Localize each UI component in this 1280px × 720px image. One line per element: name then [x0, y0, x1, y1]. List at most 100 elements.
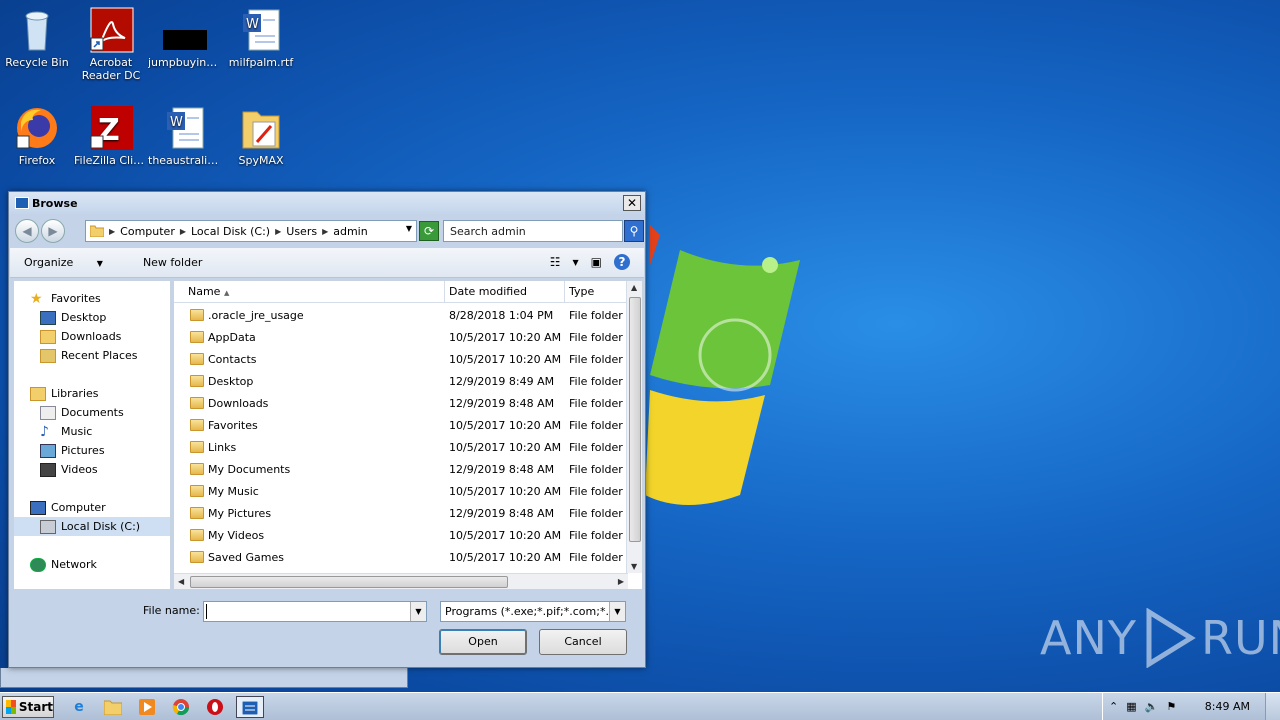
desktop-icon-label: SpyMAX	[238, 154, 284, 167]
nav-music[interactable]: ♪ Music	[40, 422, 92, 441]
action-center-flag-icon[interactable]: ⚑	[1166, 700, 1176, 713]
start-button[interactable]: Start	[2, 696, 54, 718]
nav-recent-places[interactable]: Recent Places	[40, 346, 138, 365]
nav-libraries[interactable]: Libraries	[30, 384, 99, 403]
search-icon[interactable]: ⚲	[624, 220, 644, 242]
nav-network[interactable]: Network	[30, 555, 97, 574]
nav-local-disk[interactable]: Local Disk (C:)	[14, 517, 170, 536]
svg-text:W: W	[170, 115, 183, 130]
breadcrumb-users[interactable]: Users	[286, 225, 317, 238]
active-window-icon[interactable]	[236, 696, 264, 718]
nav-desktop[interactable]: Desktop	[40, 308, 106, 327]
videos-icon	[40, 462, 56, 477]
explorer-icon[interactable]	[102, 696, 124, 718]
folder-icon	[190, 463, 204, 475]
file-name-input[interactable]: ▼	[203, 601, 427, 622]
desktop-icon-jumpbuying[interactable]: jumpbuying...	[148, 6, 222, 69]
desktop-icon-spymax[interactable]: SpyMAX	[224, 104, 298, 167]
chevron-down-icon[interactable]: ▼	[609, 602, 625, 621]
file-name-label: File name:	[143, 604, 200, 617]
desktop-icon-label: Acrobat	[89, 56, 133, 69]
organize-button[interactable]: Organize ▼	[24, 256, 123, 269]
file-row[interactable]: Contacts 10/5/2017 10:20 AM File folder	[174, 348, 628, 370]
file-date: 10/5/2017 10:20 AM	[449, 528, 562, 542]
file-row[interactable]: My Documents 12/9/2019 8:48 AM File folder	[174, 458, 628, 480]
file-row[interactable]: .oracle_jre_usage 8/28/2018 1:04 PM File f…	[174, 304, 628, 326]
forward-button[interactable]: ▶	[41, 219, 65, 243]
view-options-icon[interactable]: ☷	[550, 255, 561, 269]
nav-documents[interactable]: Documents	[40, 403, 124, 422]
nav-favorites[interactable]: ★ Favorites	[30, 289, 101, 308]
preview-pane-icon[interactable]: ▣	[591, 255, 602, 269]
documents-icon	[40, 405, 56, 420]
file-date: 12/9/2019 8:48 AM	[449, 462, 555, 476]
file-date: 10/5/2017 10:20 AM	[449, 418, 562, 432]
file-row[interactable]: AppData 10/5/2017 10:20 AM File folder	[174, 326, 628, 348]
desktop-icon-recycle-bin[interactable]: Recycle Bin	[0, 6, 74, 69]
desktop-icon-label: theaustralia...	[148, 154, 222, 167]
view-dropdown-icon[interactable]: ▼	[573, 258, 579, 267]
file-row[interactable]: My Videos 10/5/2017 10:20 AM File folder	[174, 524, 628, 546]
file-type: File folder	[569, 418, 623, 432]
new-folder-button[interactable]: New folder	[143, 256, 202, 269]
breadcrumb-computer[interactable]: Computer	[120, 225, 175, 238]
desktop-icon-filezilla[interactable]: Z FileZilla Client	[74, 104, 148, 167]
breadcrumb-separator-icon: ▶	[109, 226, 116, 236]
column-header-type[interactable]: Type	[565, 281, 628, 303]
chevron-down-icon[interactable]: ▼	[410, 602, 426, 621]
desktop-icon-milfpalm[interactable]: W milfpalm.rtf	[224, 6, 298, 69]
back-button[interactable]: ◀	[15, 219, 39, 243]
file-row[interactable]: Saved Games 10/5/2017 10:20 AM File folder	[174, 546, 628, 568]
file-type-filter[interactable]: Programs (*.exe;*.pif;*.com;*.ba ▼	[440, 601, 626, 622]
taskbar: Start e ⌃ ▦ 🔈 ⚑ 8:49 AM	[0, 692, 1280, 720]
dialog-titlebar[interactable]: Browse	[9, 192, 645, 214]
scroll-left-icon[interactable]: ◀	[178, 577, 184, 586]
file-name-cell: Links	[174, 441, 445, 454]
file-row[interactable]: Desktop 12/9/2019 8:49 AM File folder	[174, 370, 628, 392]
file-row[interactable]: Favorites 10/5/2017 10:20 AM File folder	[174, 414, 628, 436]
desktop-icon-firefox[interactable]: Firefox	[0, 104, 74, 167]
horizontal-scroll-thumb[interactable]	[190, 576, 508, 588]
scroll-right-icon[interactable]: ▶	[618, 577, 624, 586]
scroll-down-icon[interactable]: ▼	[631, 562, 637, 571]
network-tray-icon[interactable]: ▦	[1126, 700, 1136, 713]
desktop-icon-theaustralia[interactable]: W theaustralia...	[148, 104, 222, 167]
column-header-name[interactable]: Name ▲	[174, 281, 445, 303]
breadcrumb-admin[interactable]: admin	[333, 225, 367, 238]
music-icon: ♪	[40, 423, 49, 440]
file-name: Downloads	[208, 396, 269, 410]
clock[interactable]: 8:49 AM	[1205, 700, 1250, 713]
close-button[interactable]: ✕	[623, 195, 641, 211]
chrome-icon[interactable]	[170, 696, 192, 718]
address-dropdown-icon[interactable]: ▼	[406, 224, 412, 233]
open-button[interactable]: Open	[439, 629, 527, 655]
search-input[interactable]: Search admin	[443, 220, 623, 242]
nav-pictures[interactable]: Pictures	[40, 441, 105, 460]
ie-icon[interactable]: e	[68, 696, 90, 718]
nav-computer[interactable]: Computer	[30, 498, 106, 517]
vertical-scrollbar[interactable]: ▲ ▼	[626, 281, 642, 573]
nav-videos[interactable]: Videos	[40, 460, 98, 479]
column-header-date[interactable]: Date modified	[445, 281, 565, 303]
media-player-icon[interactable]	[136, 696, 158, 718]
file-row[interactable]: Links 10/5/2017 10:20 AM File folder	[174, 436, 628, 458]
horizontal-scrollbar[interactable]: ◀ ▶	[174, 573, 628, 589]
vertical-scroll-thumb[interactable]	[629, 297, 641, 542]
file-row[interactable]: My Pictures 12/9/2019 8:48 AM File folder	[174, 502, 628, 524]
volume-icon[interactable]: 🔈	[1145, 700, 1159, 713]
nav-downloads[interactable]: Downloads	[40, 327, 121, 346]
opera-icon[interactable]	[204, 696, 226, 718]
help-icon[interactable]: ?	[614, 254, 630, 270]
file-row[interactable]: My Music 10/5/2017 10:20 AM File folder	[174, 480, 628, 502]
file-name-cell: Desktop	[174, 375, 445, 388]
cancel-button[interactable]: Cancel	[539, 629, 627, 655]
desktop-icon-acrobat[interactable]: Acrobat Reader DC	[74, 6, 148, 82]
scroll-up-icon[interactable]: ▲	[631, 283, 637, 292]
breadcrumb-local-disk[interactable]: Local Disk (C:)	[191, 225, 270, 238]
refresh-button[interactable]: ⟳	[419, 221, 439, 241]
file-row[interactable]: Downloads 12/9/2019 8:48 AM File folder	[174, 392, 628, 414]
tray-expand-icon[interactable]: ⌃	[1109, 700, 1118, 713]
address-bar[interactable]: ▶ Computer ▶ Local Disk (C:) ▶ Users ▶ a…	[85, 220, 417, 242]
recent-places-icon	[40, 348, 56, 363]
show-desktop-button[interactable]	[1265, 693, 1280, 720]
